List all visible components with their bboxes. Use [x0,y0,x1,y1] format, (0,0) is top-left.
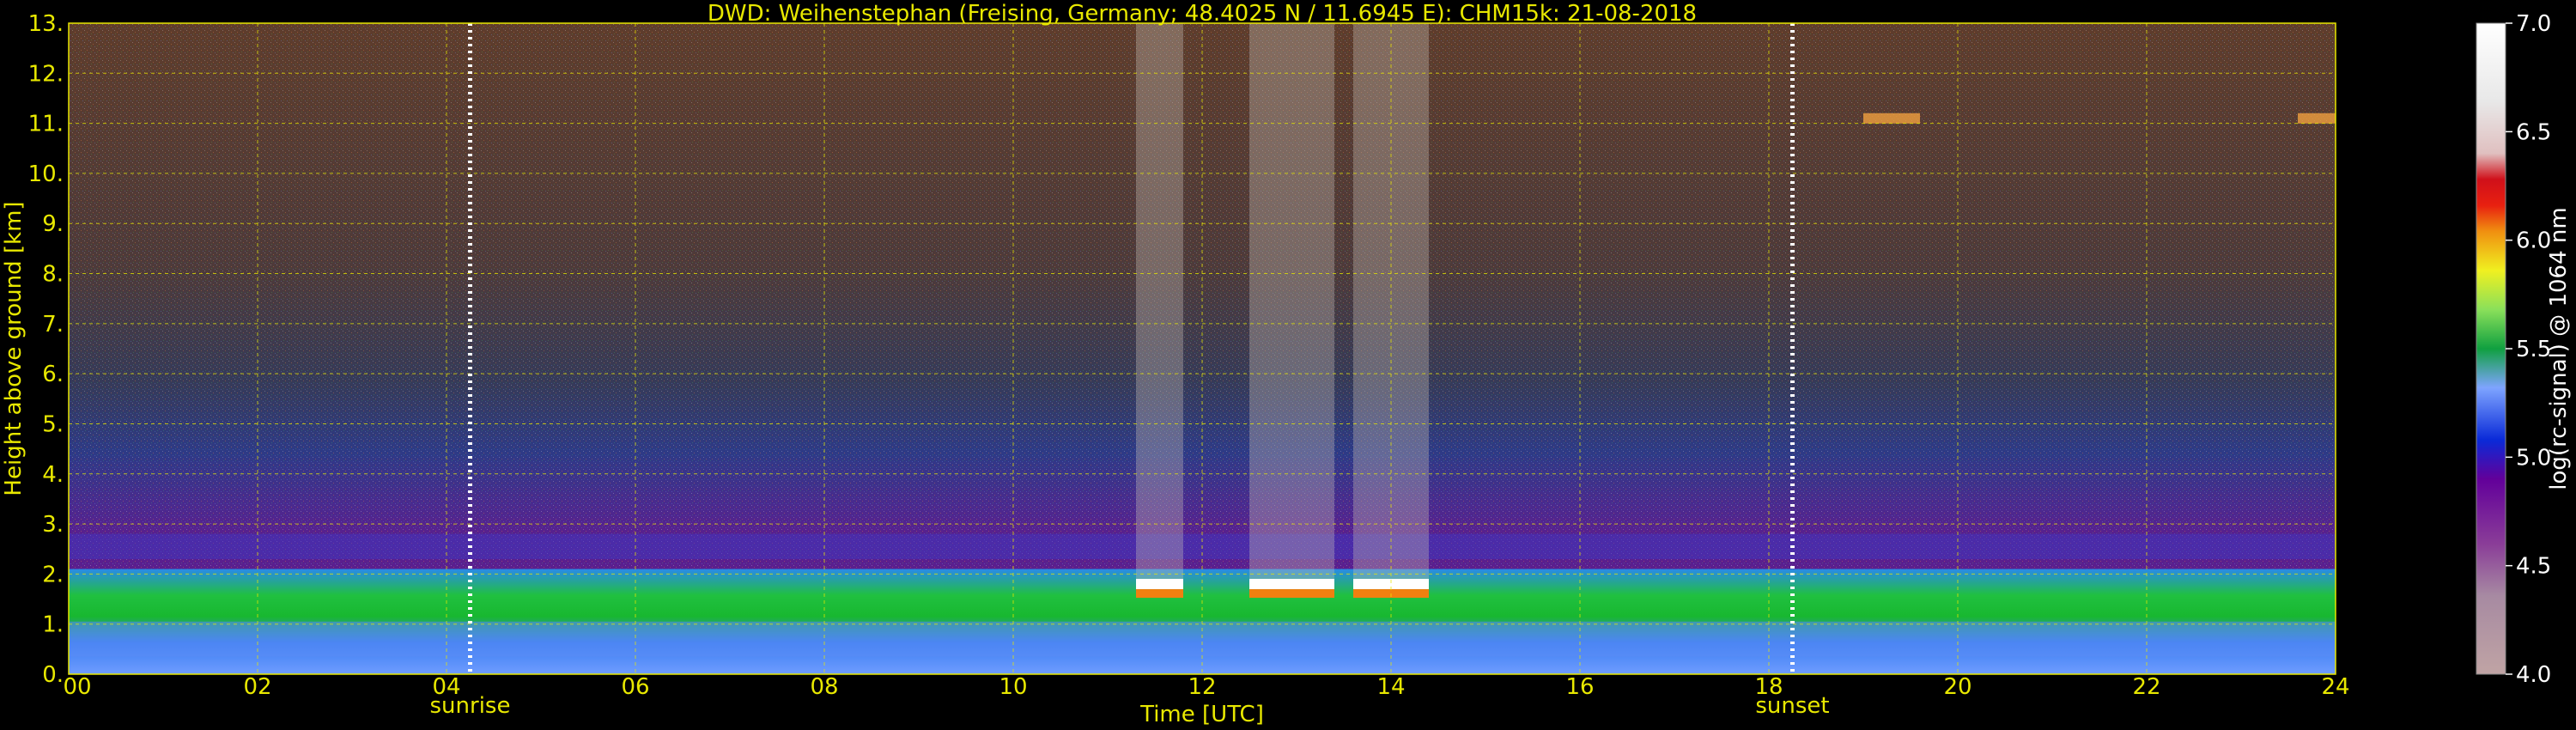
y-tick-label: 2. [42,562,64,587]
y-tick-label: 10. [28,161,64,187]
cloud-streak [1249,23,1334,585]
cloud-streak [1136,23,1183,585]
x-tick-label: 22 [2132,674,2160,700]
x-tick-label: 06 [621,674,649,700]
x-tick-label: 10 [999,674,1027,700]
x-tick-label: 14 [1376,674,1405,700]
chart: sunrise sunset00 02 04 06 08 10 12 14 16 18 20 22 240… [1,1,2572,727]
colorbar [2476,23,2506,674]
y-tick-label: 3. [42,512,64,538]
x-tick-label: 12 [1188,674,1216,700]
x-tick-label: 08 [810,674,838,700]
chart-title: DWD: Weihenstephan (Freising, Germany; 4… [708,1,1697,27]
y-tick-label: 12. [28,61,64,87]
x-axis-label: Time [UTC] [1139,702,1264,727]
x-tick-label: 20 [1943,674,1971,700]
high-cloud [2298,113,2336,124]
x-tick-label: 24 [2321,674,2349,700]
y-tick-label: 5. [42,411,64,437]
y-tick-label: 8. [42,262,64,288]
y-tick-label: 1. [42,612,64,638]
x-tick-label: 16 [1565,674,1594,700]
y-tick-label: 11. [28,112,64,137]
colorbar-tick-label: 6.5 [2516,119,2551,145]
y-tick-label: 9. [42,211,64,237]
y-tick-label: 7. [42,312,64,338]
x-tick-label: 18 [1754,674,1783,700]
cloud-base-glow [1249,589,1334,599]
cloud-base [1136,579,1183,590]
y-tick-label: 13. [28,11,64,37]
y-tick-label: 0. [42,662,64,688]
high-cloud [1863,113,1920,124]
y-axis-label: Height above ground [km] [1,201,27,496]
cloud-base-glow [1136,589,1183,599]
colorbar-tick-label: 7.0 [2516,11,2551,37]
x-tick-label: 00 [63,674,91,700]
colorbar-tick-label: 4.5 [2516,554,2551,580]
colorbar-tick-label: 4.0 [2516,662,2551,688]
x-tick-label: 04 [432,674,460,700]
x-tick-label: 02 [243,674,271,700]
colorbar-label: log(rc-signal) @ 1064 nm [2546,207,2572,490]
y-tick-label: 4. [42,462,64,488]
y-tick-label: 6. [42,362,64,387]
cloud-base [1249,579,1334,590]
